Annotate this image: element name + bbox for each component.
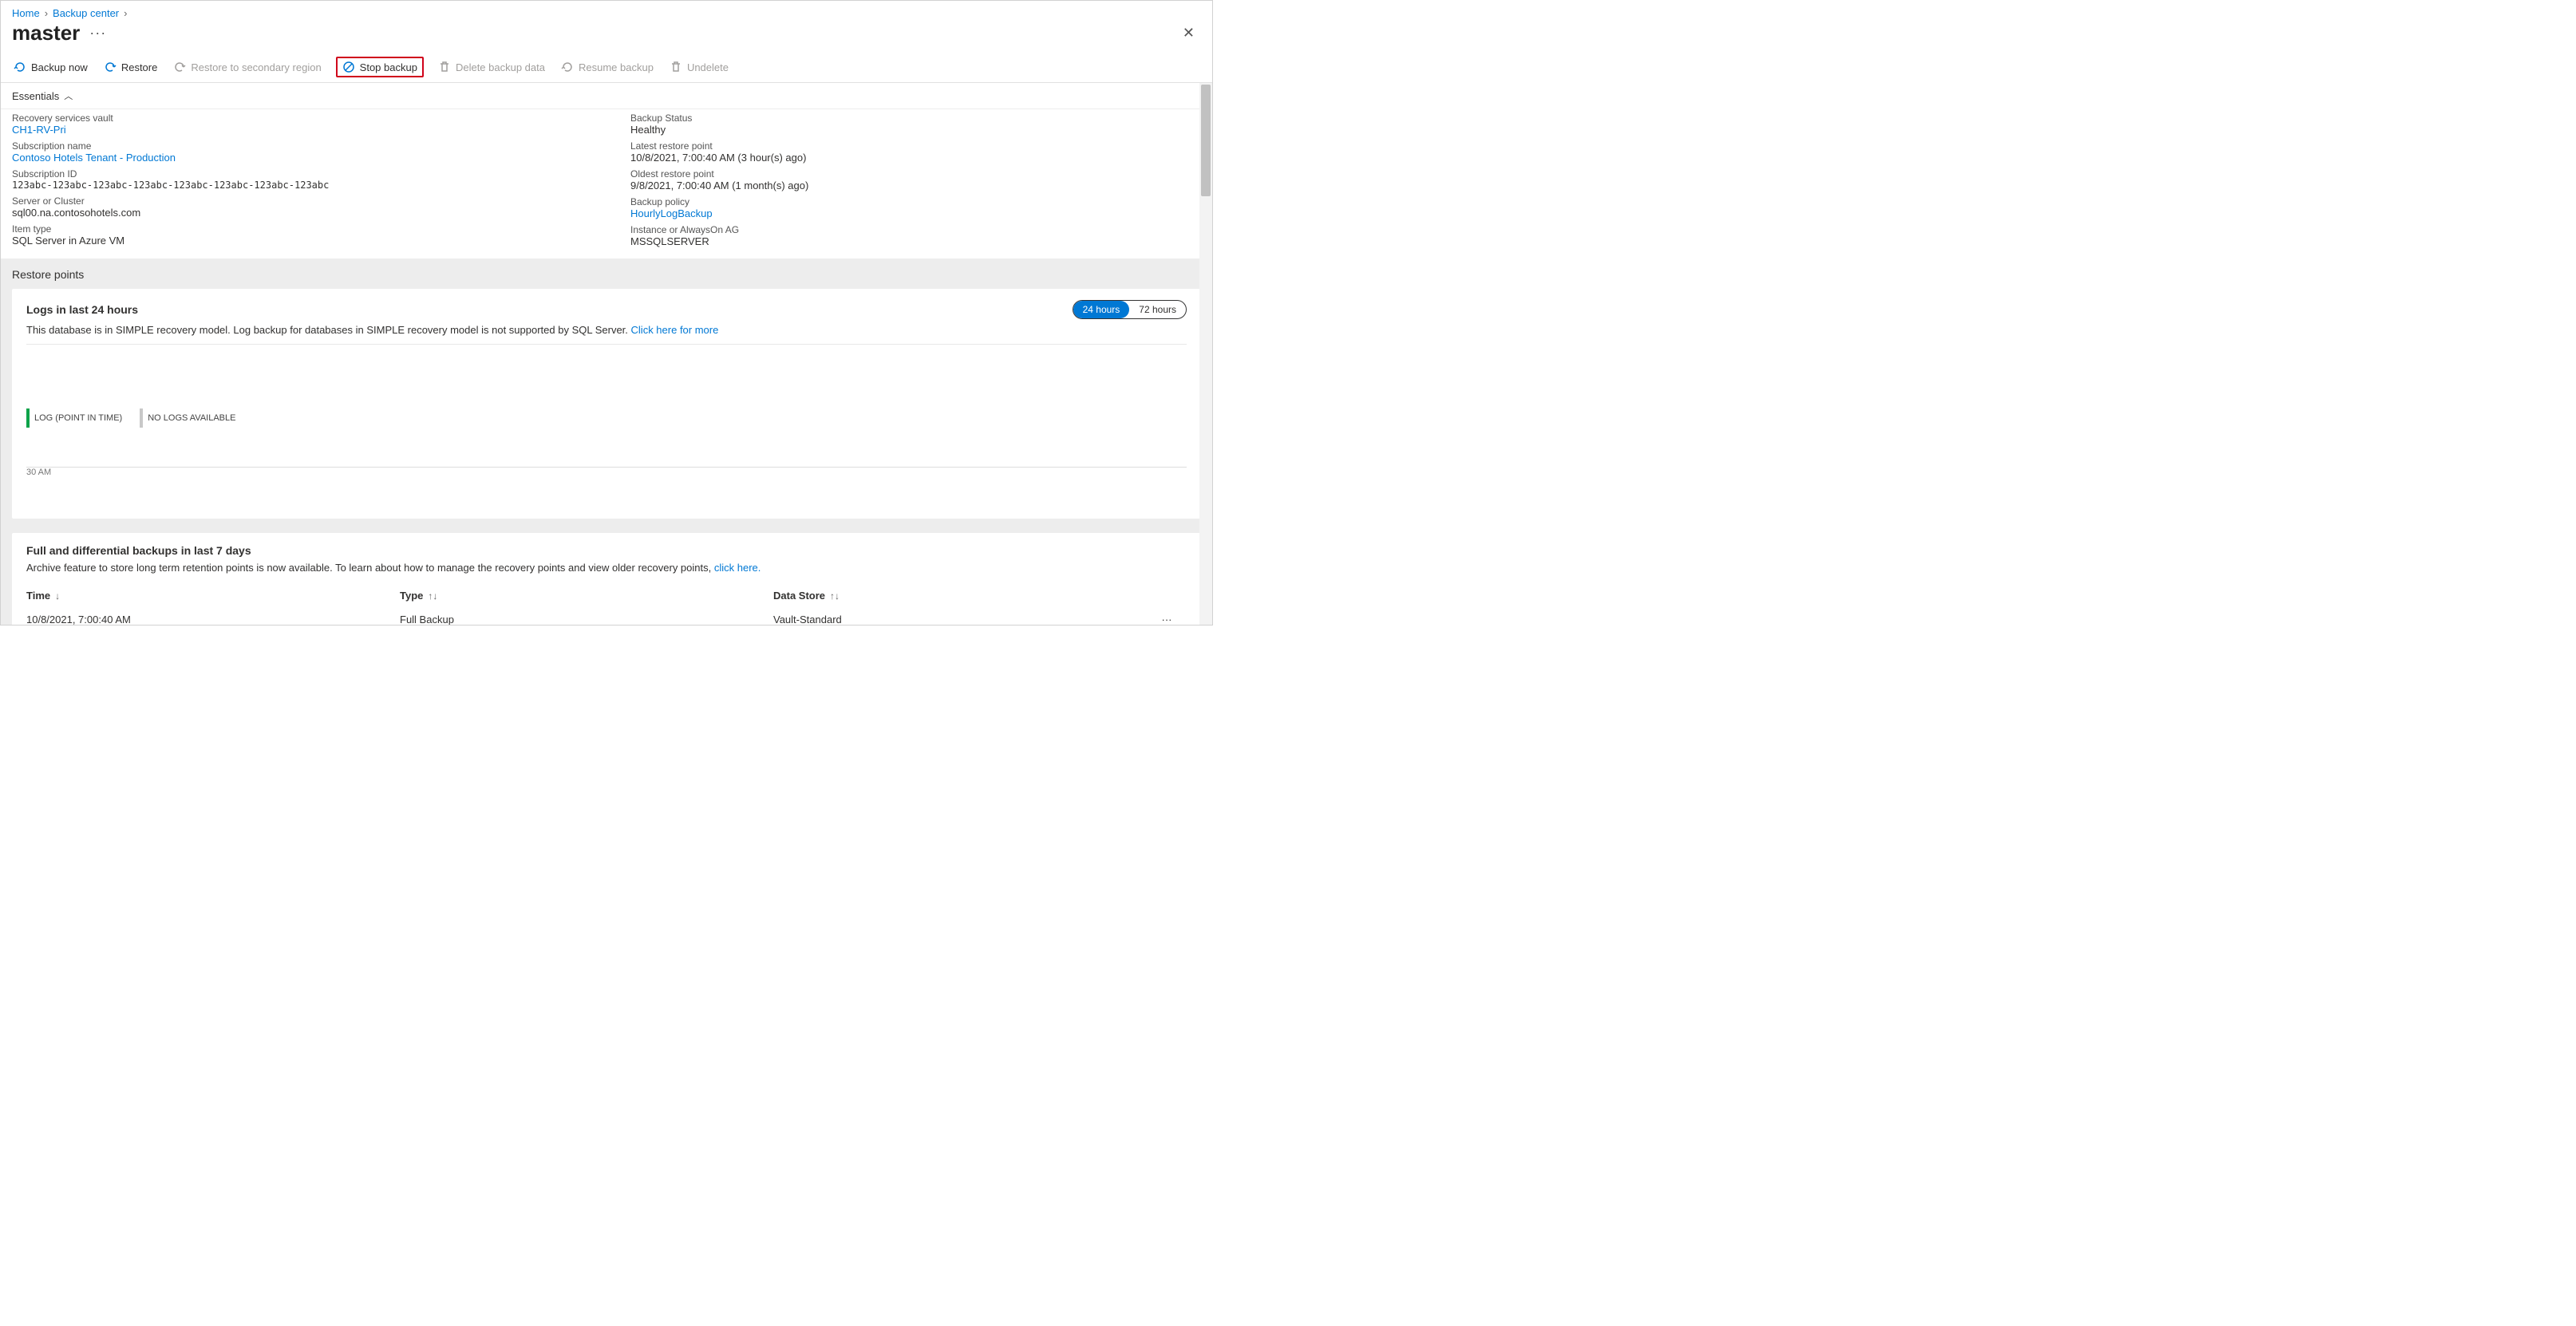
backups-card-title: Full and differential backups in last 7 …	[26, 544, 1187, 557]
stop-backup-button[interactable]: Stop backup	[336, 57, 424, 77]
undelete-button: Undelete	[668, 57, 730, 77]
essentials-panel: Recovery services vault CH1-RV-Pri Subsc…	[1, 109, 1212, 258]
backups-note: Archive feature to store long term reten…	[26, 562, 1187, 577]
toggle-72-hours[interactable]: 72 hours	[1129, 301, 1186, 318]
legend-log-label: LOG (POINT IN TIME)	[34, 413, 122, 423]
server-label: Server or Cluster	[12, 195, 583, 207]
sort-icon: ↑↓	[428, 590, 437, 602]
backup-policy-link[interactable]: HourlyLogBackup	[630, 207, 1201, 219]
col-type[interactable]: Type ↑↓	[400, 585, 773, 606]
subscription-name-link[interactable]: Contoso Hotels Tenant - Production	[12, 152, 583, 164]
backup-now-button[interactable]: Backup now	[12, 57, 89, 77]
chevron-up-icon: ︿	[64, 89, 73, 102]
cell-time: 10/8/2021, 7:00:40 AM	[26, 607, 400, 625]
sort-icon: ↑↓	[830, 590, 840, 602]
subscription-id-label: Subscription ID	[12, 168, 583, 180]
col-time-label: Time	[26, 590, 50, 602]
backup-icon	[14, 61, 26, 73]
chevron-right-icon: ›	[45, 7, 48, 19]
logs-note-text: This database is in SIMPLE recovery mode…	[26, 324, 628, 336]
subscription-id-value: 123abc-123abc-123abc-123abc-123abc-123ab…	[12, 180, 583, 191]
legend-log-point-in-time: LOG (POINT IN TIME)	[26, 408, 122, 428]
restore-secondary-button: Restore to secondary region	[172, 57, 322, 77]
axis-label: 30 AM	[26, 468, 51, 477]
breadcrumb: Home › Backup center ›	[1, 1, 1212, 21]
resume-backup-label: Resume backup	[579, 61, 654, 73]
legend-swatch-gray	[140, 408, 143, 428]
resume-backup-button: Resume backup	[559, 57, 655, 77]
row-more-button[interactable]: ···	[1147, 607, 1187, 625]
scrollbar-thumb[interactable]	[1201, 85, 1211, 196]
subscription-name-label: Subscription name	[12, 140, 583, 152]
time-range-toggle[interactable]: 24 hours 72 hours	[1073, 300, 1187, 319]
backup-policy-label: Backup policy	[630, 196, 1201, 207]
item-type-value: SQL Server in Azure VM	[12, 235, 583, 247]
oldest-restore-point-label: Oldest restore point	[630, 168, 1201, 180]
oldest-restore-point-value: 9/8/2021, 7:00:40 AM (1 month(s) ago)	[630, 180, 1201, 191]
latest-restore-point-value: 10/8/2021, 7:00:40 AM (3 hour(s) ago)	[630, 152, 1201, 164]
page-title: master	[12, 21, 80, 45]
delete-backup-data-label: Delete backup data	[456, 61, 545, 73]
sort-icon: ↓	[55, 590, 60, 602]
cell-type: Full Backup	[400, 607, 773, 625]
backups-note-link[interactable]: click here.	[714, 562, 761, 574]
restore-button[interactable]: Restore	[102, 57, 160, 77]
col-actions	[1147, 585, 1187, 606]
close-button[interactable]: ✕	[1176, 22, 1201, 45]
resume-icon	[561, 61, 574, 73]
col-time[interactable]: Time ↓	[26, 585, 400, 606]
restore-secondary-label: Restore to secondary region	[191, 61, 321, 73]
vault-link[interactable]: CH1-RV-Pri	[12, 124, 583, 136]
logs-note-link[interactable]: Click here for more	[631, 324, 719, 336]
table-row: 10/8/2021, 7:00:40 AM Full Backup Vault-…	[26, 607, 1187, 625]
delete-backup-data-button: Delete backup data	[437, 57, 547, 77]
logs-timeline: 30 AM LOG (POINT IN TIME) NO LOGS AVAILA…	[26, 408, 1187, 504]
backup-now-label: Backup now	[31, 61, 88, 73]
legend-swatch-green	[26, 408, 30, 428]
logs-note: This database is in SIMPLE recovery mode…	[26, 324, 1187, 345]
restore-secondary-icon	[173, 61, 186, 73]
instance-label: Instance or AlwaysOn AG	[630, 224, 1201, 235]
latest-restore-point-label: Latest restore point	[630, 140, 1201, 152]
legend-no-logs-label: NO LOGS AVAILABLE	[148, 413, 235, 423]
legend-no-logs: NO LOGS AVAILABLE	[140, 408, 235, 428]
stop-icon	[342, 61, 355, 73]
backups-table-header: Time ↓ Type ↑↓ Data Store ↑↓	[26, 585, 1187, 607]
item-type-label: Item type	[12, 223, 583, 235]
backup-status-label: Backup Status	[630, 112, 1201, 124]
restore-points-heading: Restore points	[1, 258, 1212, 289]
toggle-24-hours[interactable]: 24 hours	[1073, 301, 1130, 318]
undelete-label: Undelete	[687, 61, 729, 73]
col-data-store[interactable]: Data Store ↑↓	[773, 585, 1147, 606]
stop-backup-label: Stop backup	[360, 61, 417, 73]
col-type-label: Type	[400, 590, 423, 602]
col-data-store-label: Data Store	[773, 590, 825, 602]
logs-card-title: Logs in last 24 hours	[26, 303, 138, 316]
restore-icon	[104, 61, 117, 73]
cell-data-store: Vault-Standard	[773, 607, 1147, 625]
chevron-right-icon: ›	[124, 7, 127, 19]
scrollbar[interactable]	[1199, 83, 1212, 625]
instance-value: MSSQLSERVER	[630, 235, 1201, 247]
delete-icon	[438, 61, 451, 73]
more-actions-button[interactable]: ···	[89, 25, 106, 41]
essentials-toggle[interactable]: Essentials ︿	[1, 83, 1212, 109]
restore-label: Restore	[121, 61, 158, 73]
vault-label: Recovery services vault	[12, 112, 583, 124]
backups-card: Full and differential backups in last 7 …	[12, 533, 1201, 625]
essentials-label: Essentials	[12, 90, 59, 102]
server-value: sql00.na.contosohotels.com	[12, 207, 583, 219]
logs-card: Logs in last 24 hours 24 hours 72 hours …	[12, 289, 1201, 519]
breadcrumb-backup-center[interactable]: Backup center	[53, 7, 119, 19]
breadcrumb-home[interactable]: Home	[12, 7, 40, 19]
command-bar: Backup now Restore Restore to secondary …	[1, 52, 1212, 83]
undelete-icon	[670, 61, 682, 73]
backups-note-text: Archive feature to store long term reten…	[26, 562, 711, 574]
backup-status-value: Healthy	[630, 124, 1201, 136]
